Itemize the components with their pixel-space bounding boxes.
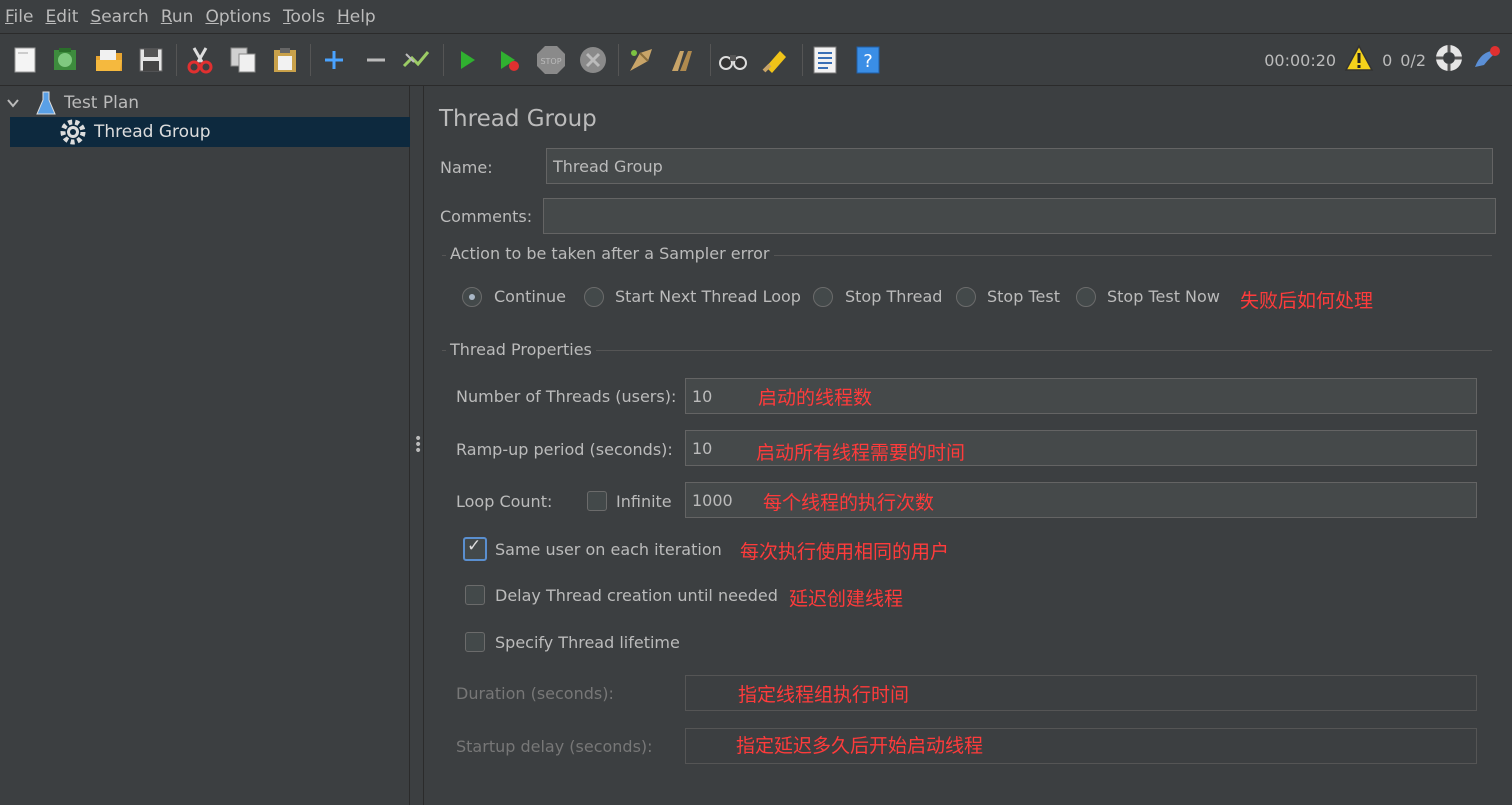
menu-run[interactable]: Run	[161, 7, 194, 27]
svg-text:?: ?	[863, 51, 873, 72]
threads-label: Number of Threads (users):	[456, 387, 677, 406]
menu-options[interactable]: Options	[205, 7, 271, 27]
lifebuoy-icon[interactable]	[1434, 43, 1464, 77]
copy-icon[interactable]	[228, 44, 258, 76]
rampup-label: Ramp-up period (seconds):	[456, 440, 673, 459]
stop-test-radio[interactable]	[956, 287, 976, 307]
start-no-pauses-icon[interactable]	[494, 44, 524, 76]
continue-radio[interactable]	[462, 287, 482, 307]
same-user-label[interactable]: Same user on each iteration	[495, 540, 722, 559]
stop-test-label[interactable]: Stop Test	[987, 287, 1060, 306]
split-pane-divider[interactable]: • • •	[410, 86, 424, 805]
expand-icon[interactable]	[319, 44, 349, 76]
save-icon[interactable]	[136, 44, 166, 76]
stop-test-now-label[interactable]: Stop Test Now	[1107, 287, 1220, 306]
sampler-error-group-title: Action to be taken after a Sampler error	[446, 244, 774, 263]
menu-tools[interactable]: Tools	[283, 7, 325, 27]
tree-node-thread-group[interactable]: Thread Group	[10, 117, 410, 147]
reset-search-icon[interactable]	[760, 44, 790, 76]
error-note: 失败后如何处理	[1240, 290, 1374, 312]
thread-lifetime-label[interactable]: Specify Thread lifetime	[495, 633, 680, 652]
start-next-loop-radio[interactable]	[584, 287, 604, 307]
infinite-checkbox[interactable]	[587, 491, 607, 511]
duration-note: 指定线程组执行时间	[738, 684, 910, 706]
status-area: 00:00:20 0 0/2	[1264, 34, 1502, 86]
thread-lifetime-checkbox[interactable]	[465, 632, 485, 652]
paste-icon[interactable]	[270, 44, 300, 76]
stop-icon[interactable]: STOP	[535, 44, 565, 76]
help-icon[interactable]: ?	[853, 44, 883, 76]
rampup-note: 启动所有线程需要的时间	[756, 442, 966, 464]
gear-icon	[60, 119, 86, 145]
menu-edit[interactable]: Edit	[45, 7, 78, 27]
continue-label[interactable]: Continue	[494, 287, 566, 306]
menu-file[interactable]: File	[5, 7, 33, 27]
stop-thread-label[interactable]: Stop Thread	[845, 287, 942, 306]
flask-icon	[36, 91, 56, 115]
infinite-label[interactable]: Infinite	[616, 492, 672, 511]
name-field[interactable]: Thread Group	[546, 148, 1493, 184]
stop-thread-radio[interactable]	[813, 287, 833, 307]
clear-icon[interactable]	[626, 44, 656, 76]
clear-all-icon[interactable]	[668, 44, 698, 76]
stop-test-now-radio[interactable]	[1076, 287, 1096, 307]
warning-icon[interactable]	[1344, 44, 1374, 76]
toggle-icon[interactable]	[402, 44, 432, 76]
name-label: Name:	[440, 158, 493, 177]
start-icon[interactable]	[452, 44, 482, 76]
cut-icon[interactable]	[185, 44, 215, 76]
duration-label: Duration (seconds):	[456, 684, 614, 703]
panel-title: Thread Group	[439, 106, 597, 132]
tree-label-test-plan: Test Plan	[64, 93, 140, 113]
menu-help[interactable]: Help	[337, 7, 376, 27]
function-helper-icon[interactable]	[810, 44, 840, 76]
loop-count-label: Loop Count:	[456, 492, 553, 511]
warning-count: 0	[1382, 50, 1393, 70]
comments-field[interactable]	[543, 198, 1496, 234]
loop-count-value: 1000	[692, 490, 733, 510]
svg-text:STOP: STOP	[540, 57, 561, 66]
same-user-note: 每次执行使用相同的用户	[740, 541, 950, 563]
same-user-checkbox[interactable]	[463, 536, 487, 561]
log-viewer-icon[interactable]	[1472, 43, 1502, 77]
delay-creation-note: 延迟创建线程	[789, 588, 904, 610]
shutdown-icon[interactable]	[578, 44, 608, 76]
toolbar: STOP ? 00:00:20 0 0/2	[0, 34, 1512, 86]
tree-node-test-plan[interactable]: Test Plan	[0, 88, 410, 118]
start-next-loop-label[interactable]: Start Next Thread Loop	[615, 287, 801, 306]
comments-label: Comments:	[440, 207, 533, 226]
delay-creation-label[interactable]: Delay Thread creation until needed	[495, 586, 778, 605]
open-icon[interactable]	[94, 44, 124, 76]
collapse-icon[interactable]	[361, 44, 391, 76]
loop-count-note: 每个线程的执行次数	[763, 492, 935, 514]
startup-delay-note: 指定延迟多久后开始启动线程	[736, 735, 984, 757]
threads-note: 启动的线程数	[758, 387, 873, 409]
startup-delay-label: Startup delay (seconds):	[456, 737, 653, 756]
thread-group-panel: Thread Group Name: Thread Group Comments…	[425, 86, 1512, 805]
test-plan-tree: Test Plan Thread Group	[0, 86, 410, 805]
thread-count: 0/2	[1400, 50, 1426, 70]
rampup-value: 10	[692, 438, 713, 458]
elapsed-timer: 00:00:20	[1264, 50, 1337, 70]
templates-icon[interactable]	[50, 44, 80, 76]
menu-search[interactable]: Search	[90, 7, 148, 27]
new-icon[interactable]	[10, 44, 40, 76]
threads-value: 10	[692, 386, 713, 406]
tree-label-thread-group: Thread Group	[94, 122, 211, 142]
menu-bar: File Edit Search Run Options Tools Help	[0, 0, 1512, 34]
delay-creation-checkbox[interactable]	[465, 585, 485, 605]
thread-properties-group-title: Thread Properties	[446, 340, 596, 359]
chevron-down-icon[interactable]	[6, 96, 20, 110]
search-icon[interactable]	[718, 44, 748, 76]
